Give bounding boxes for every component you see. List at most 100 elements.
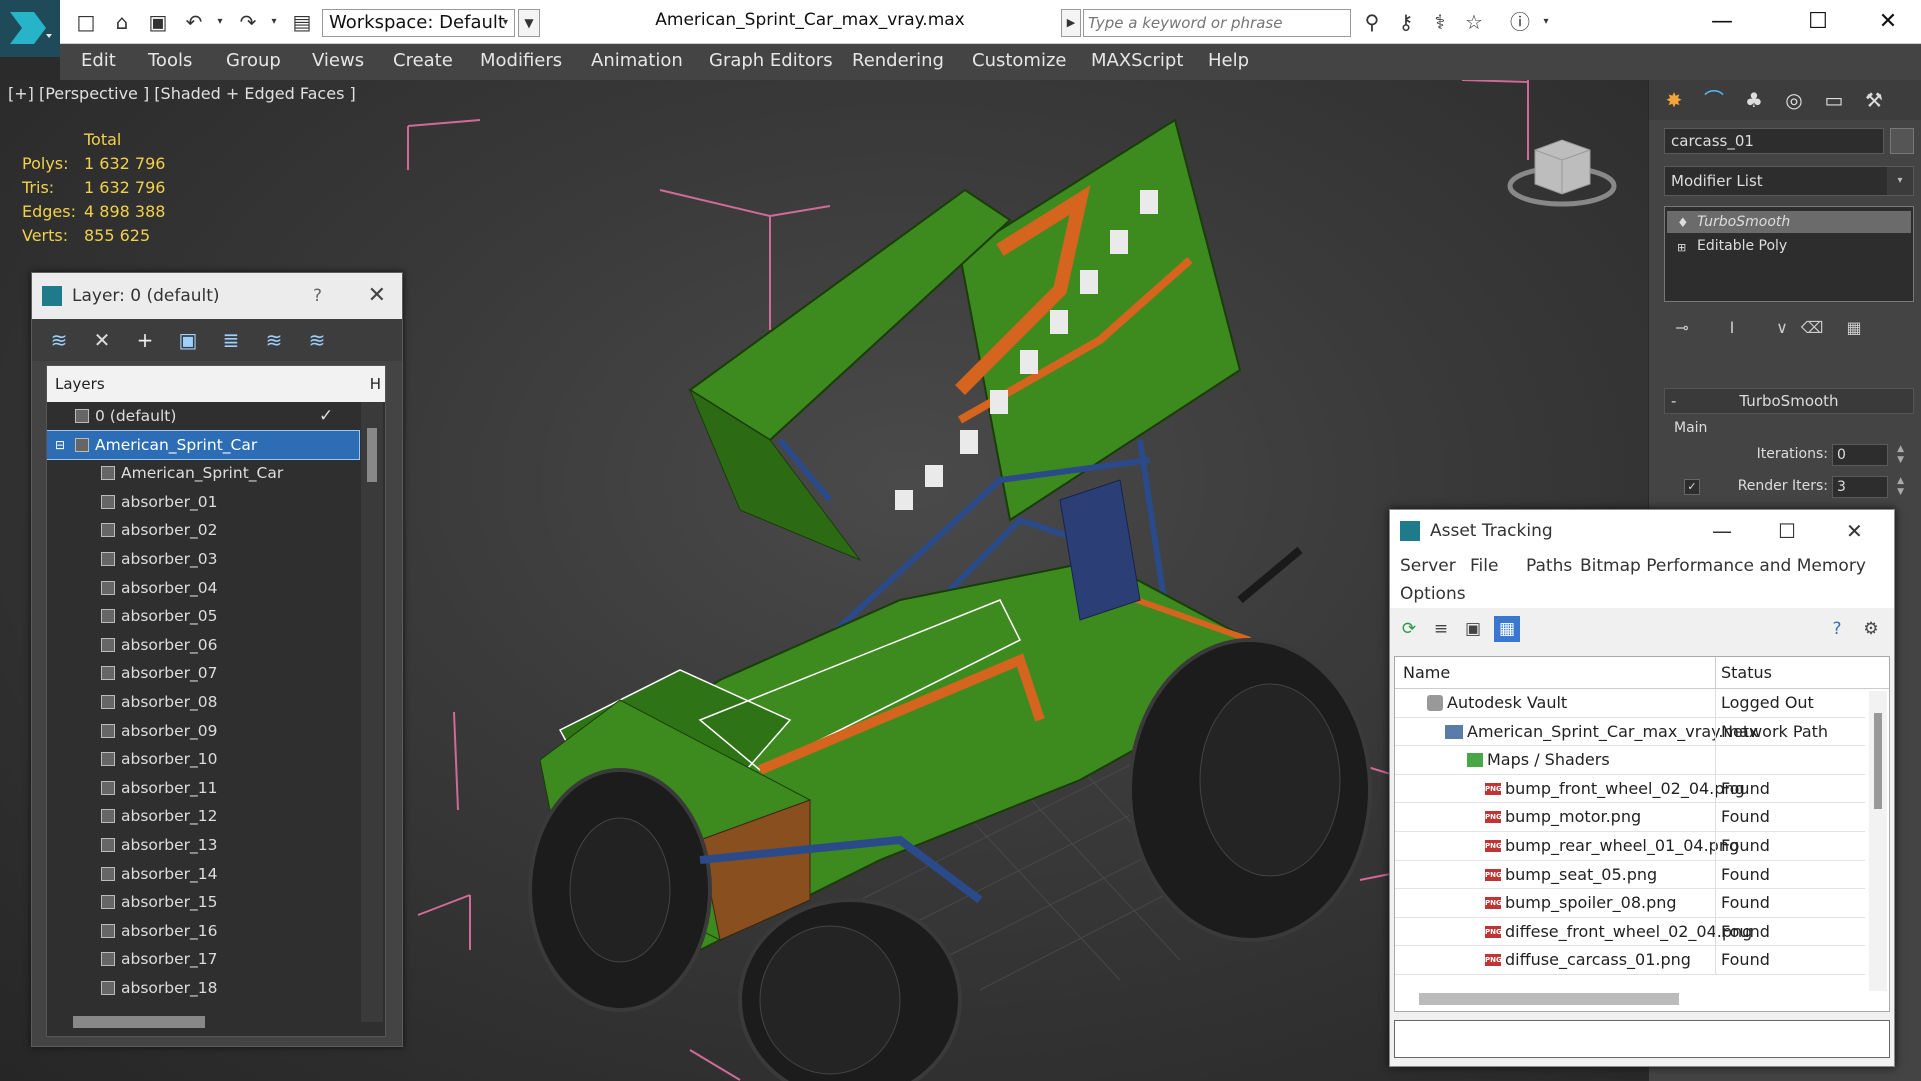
menu-server[interactable]: Server <box>1400 556 1456 576</box>
viewport-label[interactable]: [+] [Perspective ] [Shaded + Edged Faces… <box>8 84 356 103</box>
spinner-arrows-icon[interactable]: ▲ ▼ <box>1897 444 1904 466</box>
pin-stack-icon[interactable]: ⊸ <box>1668 314 1696 342</box>
layer-tree-hscrollbar[interactable] <box>73 1016 205 1028</box>
object-row[interactable]: absorber_13 <box>47 831 359 860</box>
redo-icon[interactable]: ↷ <box>236 11 260 33</box>
object-row[interactable]: absorber_17 <box>47 945 359 974</box>
lightbulb-icon[interactable]: ♦ <box>1677 213 1689 235</box>
collapse-icon[interactable]: ⊟ <box>55 431 65 459</box>
menu-graph-editors[interactable]: Graph Editors <box>709 50 833 71</box>
stack-item-turbosmooth[interactable]: ♦ TurboSmooth <box>1667 211 1911 233</box>
menu-maxscript[interactable]: MAXScript <box>1091 50 1183 71</box>
menu-bitmap-performance[interactable]: Bitmap Performance and Memory <box>1580 556 1866 576</box>
settings-help-icon[interactable]: ⚙ <box>1858 616 1884 642</box>
object-row[interactable]: absorber_07 <box>47 659 359 688</box>
asset-row[interactable]: American_Sprint_Car_max_vray.max Network… <box>1395 717 1865 747</box>
object-row[interactable]: absorber_11 <box>47 774 359 803</box>
menu-file[interactable]: File <box>1470 556 1498 576</box>
redo-dropdown-icon[interactable]: ▾ <box>262 11 286 33</box>
menu-views[interactable]: Views <box>312 50 364 71</box>
layer-dialog-titlebar[interactable]: Layer: 0 (default) ? ✕ <box>32 273 402 319</box>
object-row[interactable]: absorber_15 <box>47 888 359 917</box>
workspace-menu-button[interactable]: ▼ <box>518 9 540 37</box>
select-objects-icon[interactable]: ▣ <box>175 327 201 353</box>
display-tab-icon[interactable]: ▭ <box>1819 86 1849 114</box>
remove-modifier-icon[interactable]: ⌫ <box>1798 314 1826 342</box>
project-folder-icon[interactable]: ▤ <box>290 11 314 33</box>
thumbnail-view-icon[interactable]: ▣ <box>1460 616 1486 642</box>
close-icon[interactable]: ✕ <box>1868 6 1908 38</box>
object-row[interactable]: absorber_14 <box>47 860 359 889</box>
utilities-tab-icon[interactable]: ⚒ <box>1859 86 1889 114</box>
asset-row[interactable]: PNG diffuse_carcass_01.png Found <box>1395 946 1865 975</box>
help-icon[interactable]: ⓘ <box>1508 11 1532 33</box>
checkmark-icon[interactable]: ✓ <box>319 402 333 430</box>
minimize-icon[interactable]: — <box>1702 6 1742 38</box>
menu-create[interactable]: Create <box>393 50 453 71</box>
favorites-star-icon[interactable]: ☆ <box>1462 11 1486 33</box>
list-view-icon[interactable]: ≡ <box>1428 616 1454 642</box>
object-row[interactable]: absorber_06 <box>47 631 359 660</box>
create-tab-icon[interactable]: ✸ <box>1659 86 1689 114</box>
hierarchy-tab-icon[interactable]: ♣ <box>1739 86 1769 114</box>
search-input[interactable] <box>1083 9 1351 37</box>
asset-table-hscrollbar[interactable] <box>1419 993 1679 1005</box>
iterations-field[interactable]: 0 <box>1832 444 1888 466</box>
object-row[interactable]: absorber_10 <box>47 745 359 774</box>
object-row[interactable]: absorber_16 <box>47 917 359 946</box>
show-end-result-icon[interactable]: I <box>1718 314 1746 342</box>
search-expand-button[interactable]: ▶ <box>1061 9 1081 37</box>
menu-help[interactable]: Help <box>1208 50 1249 71</box>
layer-row-selected[interactable]: ⊟ American_Sprint_Car <box>47 429 360 461</box>
workspace-dropdown[interactable]: Workspace: Default ▾ <box>322 9 515 37</box>
asset-row[interactable]: Autodesk Vault Logged Out <box>1395 689 1865 718</box>
asset-row[interactable]: PNG bump_spoiler_08.png Found <box>1395 889 1865 918</box>
object-row[interactable]: absorber_08 <box>47 688 359 717</box>
object-row[interactable]: absorber_12 <box>47 802 359 831</box>
asset-tracking-titlebar[interactable]: Asset Tracking — ☐ ✕ <box>1390 510 1894 552</box>
spinner-arrows-icon[interactable]: ▲ ▼ <box>1897 476 1904 498</box>
asset-row[interactable]: PNG bump_rear_wheel_01_04.png Found <box>1395 831 1865 861</box>
binoculars-icon[interactable]: ⚲ <box>1360 11 1384 33</box>
help-button[interactable]: ? <box>313 273 322 319</box>
column-status[interactable]: Status <box>1721 657 1772 689</box>
layer-row[interactable]: 0 (default) ✓ <box>47 402 359 431</box>
asset-row[interactable]: PNG bump_front_wheel_02_04.png Found <box>1395 774 1865 804</box>
menu-edit[interactable]: Edit <box>81 50 116 71</box>
object-row[interactable]: absorber_05 <box>47 602 359 631</box>
scrollbar-thumb[interactable] <box>367 428 377 482</box>
motion-tab-icon[interactable]: ◎ <box>1779 86 1809 114</box>
maximize-icon[interactable]: ☐ <box>1798 6 1838 38</box>
menu-animation[interactable]: Animation <box>591 50 683 71</box>
menu-customize[interactable]: Customize <box>972 50 1066 71</box>
menu-tools[interactable]: Tools <box>148 50 192 71</box>
undo-dropdown-icon[interactable]: ▾ <box>208 11 232 33</box>
render-iters-checkbox[interactable]: ✓ <box>1684 479 1700 495</box>
modify-tab-icon[interactable]: ⌒ <box>1699 86 1729 114</box>
turbosmooth-rollout-header[interactable]: - TurboSmooth <box>1664 388 1914 414</box>
configure-sets-icon[interactable]: ▦ <box>1840 314 1868 342</box>
table-view-icon[interactable]: ▦ <box>1494 616 1520 642</box>
help-icon[interactable]: ? <box>1824 616 1850 642</box>
add-to-layer-icon[interactable]: + <box>132 327 158 353</box>
asset-path-field[interactable] <box>1394 1020 1890 1058</box>
object-row[interactable]: absorber_03 <box>47 545 359 574</box>
layer-tree-scrollbar[interactable] <box>361 402 383 1022</box>
object-color-swatch[interactable] <box>1890 128 1914 154</box>
menu-group[interactable]: Group <box>226 50 281 71</box>
asset-row[interactable]: PNG bump_seat_05.png Found <box>1395 860 1865 890</box>
object-row[interactable]: absorber_09 <box>47 717 359 746</box>
menu-options[interactable]: Options <box>1400 584 1466 604</box>
menu-paths[interactable]: Paths <box>1526 556 1572 576</box>
close-icon[interactable]: ✕ <box>368 273 386 319</box>
object-row[interactable]: absorber_18 <box>47 974 359 1003</box>
highlight-layer-icon[interactable]: ≣ <box>218 327 244 353</box>
app-menu-button[interactable] <box>0 0 60 57</box>
asset-row[interactable]: Maps / Shaders <box>1395 746 1865 775</box>
undo-icon[interactable]: ↶ <box>182 11 206 33</box>
help-dropdown-icon[interactable]: ▾ <box>1534 11 1558 33</box>
create-layer-icon[interactable]: ≋ <box>46 327 72 353</box>
scrollbar-thumb[interactable] <box>1874 713 1882 809</box>
key-icon[interactable]: ⚷ <box>1394 11 1418 33</box>
minimize-icon[interactable]: — <box>1712 510 1732 552</box>
